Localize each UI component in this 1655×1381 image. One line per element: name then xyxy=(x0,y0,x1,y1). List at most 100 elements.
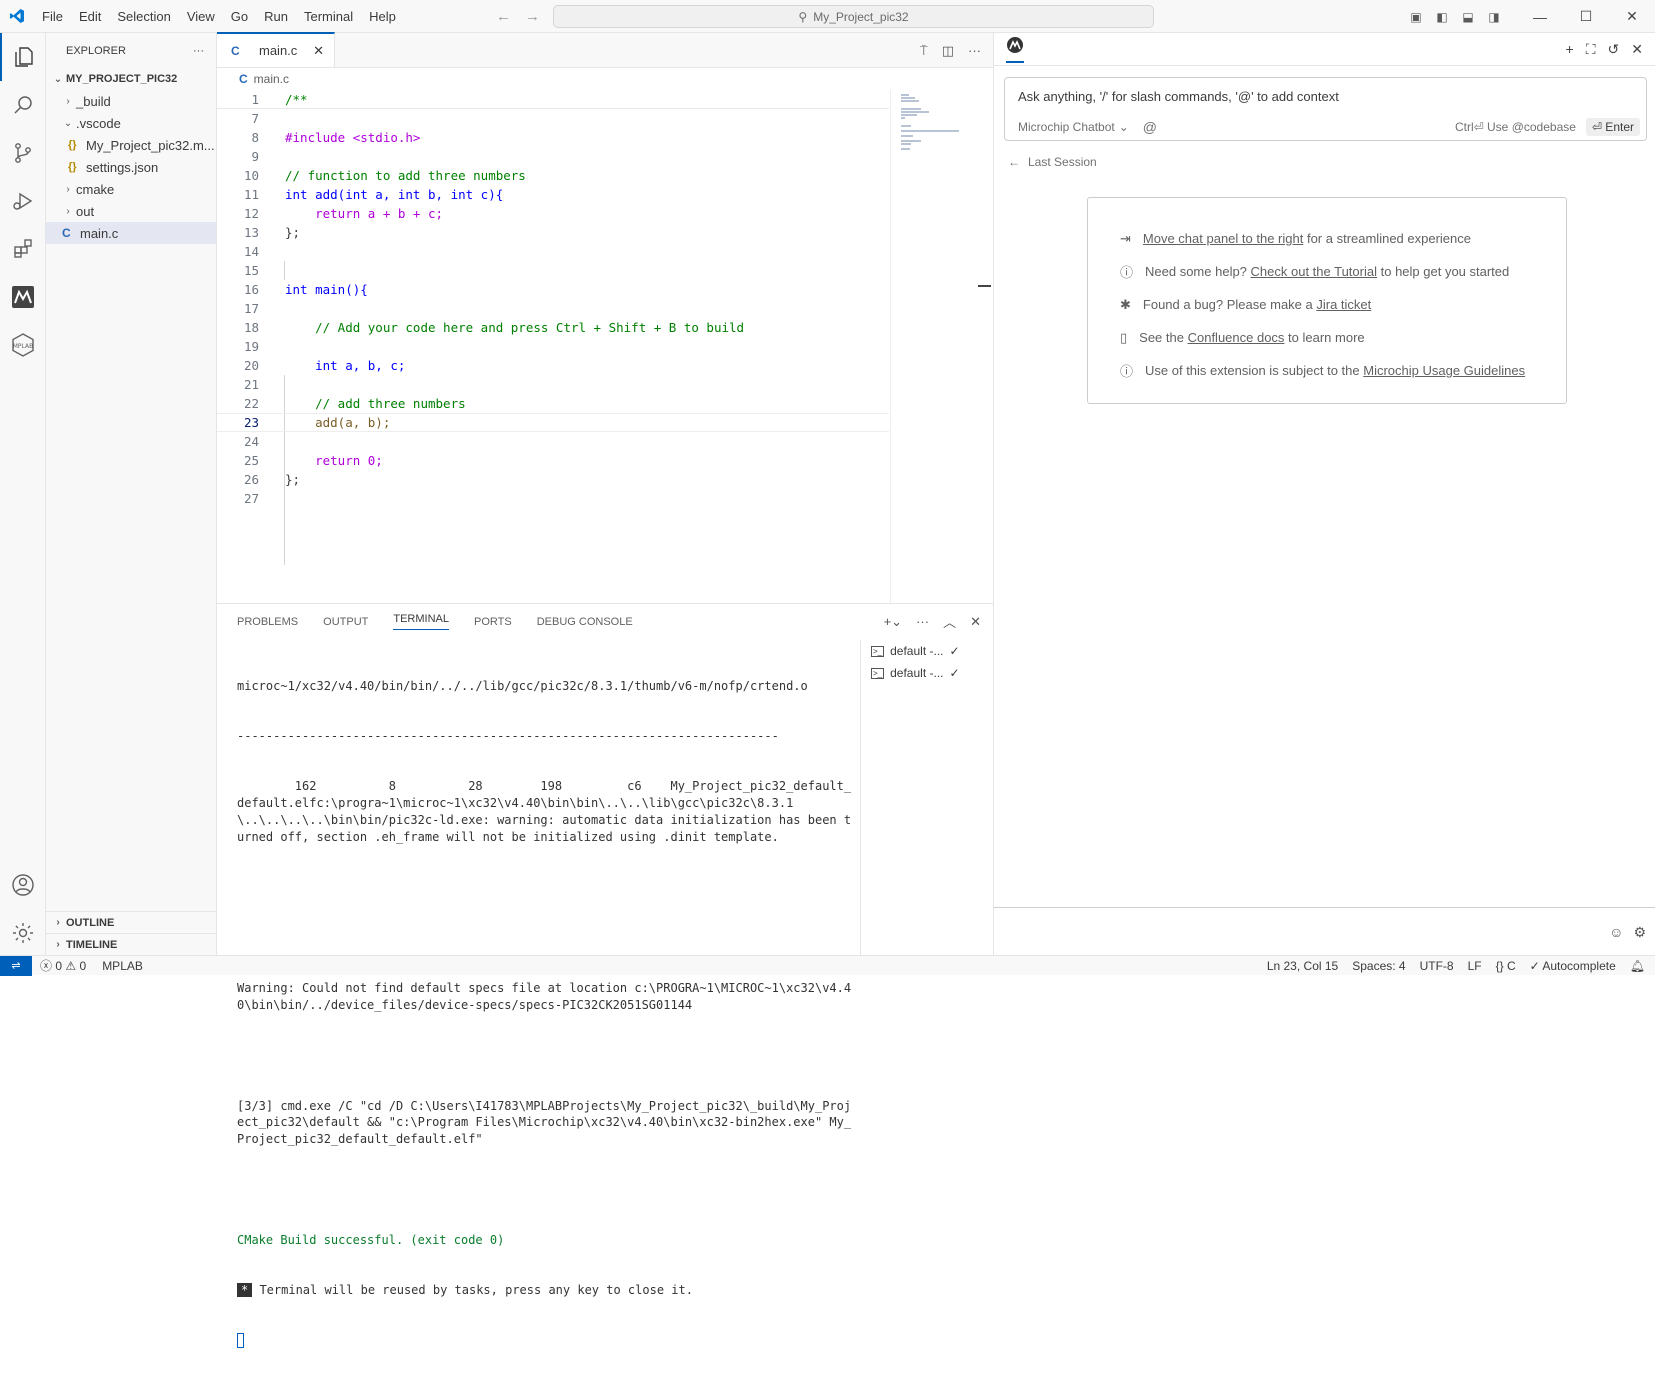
terminal-instance[interactable]: >_ default -... ✓ xyxy=(861,662,993,684)
usage-guidelines-link[interactable]: Microchip Usage Guidelines xyxy=(1363,363,1525,378)
terminal-instance[interactable]: >_ default -... ✓ xyxy=(861,640,993,662)
codebase-shortcut-hint: Ctrl⏎ Use @codebase xyxy=(1454,120,1576,134)
new-terminal-icon[interactable]: +⌄ xyxy=(884,614,902,630)
build-success-line: CMake Build successful. (exit code 0) xyxy=(237,1232,505,1247)
toggle-panel-icon[interactable]: ⬓ xyxy=(1455,10,1481,24)
tab-debug-console[interactable]: DEBUG CONSOLE xyxy=(537,616,633,628)
jira-ticket-link[interactable]: Jira ticket xyxy=(1316,297,1371,312)
mplab-status[interactable]: MPLAB xyxy=(102,959,143,973)
cursor-position[interactable]: Ln 23, Col 15 xyxy=(1267,959,1338,973)
language-mode[interactable]: {} C xyxy=(1496,959,1516,973)
tutorial-link[interactable]: Check out the Tutorial xyxy=(1251,264,1377,279)
tree-item-vscode[interactable]: ⌄ .vscode xyxy=(46,112,216,134)
c-file-icon: C xyxy=(62,226,71,240)
code-editor[interactable]: 1/** 7 8 #include <stdio.h> 9 10// functi… xyxy=(217,90,889,565)
more-actions-icon[interactable]: ··· xyxy=(193,45,204,57)
menu-file[interactable]: File xyxy=(34,0,71,33)
extensions-icon[interactable] xyxy=(0,225,46,273)
terminal-output[interactable]: microc~1/xc32/v4.40/bin/bin/../../lib/gc… xyxy=(237,644,857,1381)
back-arrow-icon[interactable]: ← xyxy=(496,8,511,25)
more-actions-icon[interactable]: ··· xyxy=(916,614,929,629)
last-session-link[interactable]: ← Last Session xyxy=(1008,155,1097,169)
close-window-icon[interactable]: ✕ xyxy=(1609,8,1655,25)
chevron-down-icon[interactable]: ⌄ xyxy=(1119,120,1129,134)
tab-main-c[interactable]: C main.c ✕ xyxy=(217,32,335,67)
manage-gear-icon[interactable] xyxy=(0,909,46,957)
tree-item-out[interactable]: › out xyxy=(46,200,216,222)
code-line: 20 int a, b, c; xyxy=(243,358,406,373)
outline-section[interactable]: › OUTLINE xyxy=(46,911,217,933)
notifications-icon[interactable]: 🔔︎ xyxy=(1630,959,1645,973)
autocomplete-status[interactable]: ✓ Autocomplete xyxy=(1530,959,1616,973)
menu-selection[interactable]: Selection xyxy=(109,0,178,33)
tab-ports[interactable]: PORTS xyxy=(474,616,512,628)
run-debug-icon[interactable] xyxy=(0,177,46,225)
menu-run[interactable]: Run xyxy=(256,0,296,33)
code-line: 9 xyxy=(251,149,259,164)
braces-icon: {} xyxy=(1495,959,1504,973)
problems-status[interactable]: ⓧ 0 ⚠ 0 xyxy=(40,957,86,974)
toggle-sidebar-icon[interactable]: ◧ xyxy=(1429,10,1455,24)
menu-edit[interactable]: Edit xyxy=(71,0,109,33)
close-tab-icon[interactable]: ✕ xyxy=(313,43,324,59)
mplab-build-icon[interactable]: ⍑ xyxy=(920,43,928,59)
indentation[interactable]: Spaces: 4 xyxy=(1352,959,1405,973)
terminal-instance-label: default -... xyxy=(890,644,944,658)
error-icon: ⓧ xyxy=(40,959,53,973)
menu-view[interactable]: View xyxy=(179,0,223,33)
mplab-icon[interactable]: MPLAB xyxy=(0,321,46,369)
project-folder[interactable]: ⌄ MY_PROJECT_PIC32 xyxy=(46,68,216,90)
feedback-icon[interactable]: ☺ xyxy=(1609,924,1623,941)
tab-problems[interactable]: PROBLEMS xyxy=(237,616,298,628)
maximize-icon[interactable]: ☐ xyxy=(1563,8,1609,25)
timeline-section[interactable]: › TIMELINE xyxy=(46,933,217,955)
end-of-line[interactable]: LF xyxy=(1468,959,1482,973)
breadcrumb-file[interactable]: main.c xyxy=(254,72,289,86)
settings-gear-icon[interactable]: ⚙ xyxy=(1633,924,1646,941)
menu-help[interactable]: Help xyxy=(361,0,404,33)
menu-terminal[interactable]: Terminal xyxy=(296,0,361,33)
close-chat-icon[interactable]: ✕ xyxy=(1631,41,1643,58)
split-editor-icon[interactable]: ◫ xyxy=(942,43,954,59)
forward-arrow-icon[interactable]: → xyxy=(525,8,540,25)
model-selector[interactable]: Microchip Chatbot xyxy=(1018,120,1115,134)
chevron-right-icon: › xyxy=(56,917,60,928)
history-icon[interactable]: ↺ xyxy=(1608,41,1620,58)
account-icon[interactable] xyxy=(0,861,46,909)
tree-item-label: settings.json xyxy=(86,159,159,175)
tree-item-cmake[interactable]: › cmake xyxy=(46,178,216,200)
tab-terminal[interactable]: TERMINAL xyxy=(393,613,449,630)
microchip-logo-icon[interactable] xyxy=(0,273,46,321)
chat-input-box[interactable]: Ask anything, '/' for slash commands, '@… xyxy=(1004,77,1647,141)
tab-output[interactable]: OUTPUT xyxy=(323,616,368,628)
search-icon[interactable] xyxy=(0,81,46,129)
fullscreen-icon[interactable]: ⛶ xyxy=(1586,41,1596,58)
at-mention-button[interactable]: @ xyxy=(1143,119,1157,135)
source-control-icon[interactable] xyxy=(0,129,46,177)
move-chat-panel-link[interactable]: Move chat panel to the right xyxy=(1143,231,1303,246)
info-row: ⇥ Move chat panel to the right for a str… xyxy=(1088,222,1566,255)
tree-item-workspace-file[interactable]: {} My_Project_pic32.m... xyxy=(46,134,216,156)
customize-layout-icon[interactable]: ▣ xyxy=(1403,10,1429,24)
tree-item-settings-json[interactable]: {} settings.json xyxy=(46,156,216,178)
enter-button[interactable]: ⏎ Enter xyxy=(1585,118,1640,136)
chat-bottom-bar: ☺ ⚙ xyxy=(994,907,1655,955)
new-chat-icon[interactable]: + xyxy=(1566,41,1574,58)
chat-input-placeholder[interactable]: Ask anything, '/' for slash commands, '@… xyxy=(1018,89,1339,104)
minimap[interactable] xyxy=(890,90,975,603)
maximize-panel-icon[interactable]: ︿ xyxy=(943,612,956,631)
more-actions-icon[interactable]: ··· xyxy=(968,43,981,58)
tree-item-main-c[interactable]: C main.c xyxy=(46,222,216,244)
confluence-docs-link[interactable]: Confluence docs xyxy=(1188,330,1285,345)
chat-logo-icon[interactable] xyxy=(1006,36,1024,63)
remote-indicator-icon[interactable]: ⇌ xyxy=(0,955,32,976)
close-panel-icon[interactable]: ✕ xyxy=(970,614,981,630)
encoding[interactable]: UTF-8 xyxy=(1420,959,1454,973)
tree-item-build[interactable]: › _build xyxy=(46,90,216,112)
minimize-icon[interactable]: — xyxy=(1517,9,1563,25)
menu-go[interactable]: Go xyxy=(223,0,256,33)
toggle-secondary-sidebar-icon[interactable]: ◨ xyxy=(1481,10,1507,24)
command-center-search[interactable]: ⚲ My_Project_pic32 xyxy=(553,5,1154,28)
explorer-icon[interactable] xyxy=(0,33,46,81)
